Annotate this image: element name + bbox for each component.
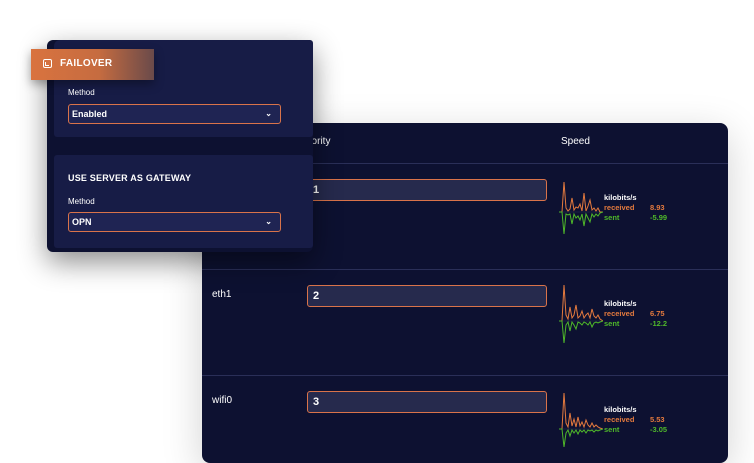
failover-tab[interactable]: FAILOVER (31, 49, 154, 80)
speed-sparkline (559, 181, 603, 235)
gateway-method-label: Method (68, 197, 95, 206)
speed-column-header: Speed (561, 136, 590, 147)
failover-method-value: Enabled (72, 109, 108, 119)
received-label: received (604, 309, 635, 318)
row-divider (202, 375, 728, 376)
received-value: 5.53 (650, 415, 665, 424)
gateway-section-title: USE SERVER AS GATEWAY (68, 173, 192, 183)
priority-input[interactable]: 3 (307, 391, 547, 413)
sent-label: sent (604, 319, 620, 328)
received-label: received (604, 415, 635, 424)
priority-input[interactable]: 2 (307, 285, 547, 307)
received-label: received (604, 203, 635, 212)
speed-unit: kilobits/s (604, 193, 637, 202)
received-value: 8.93 (650, 203, 665, 212)
interface-name: eth1 (212, 289, 232, 300)
sent-value: -5.99 (650, 213, 668, 222)
speed-unit: kilobits/s (604, 299, 637, 308)
sent-label: sent (604, 213, 620, 222)
interface-name: wifi0 (212, 395, 233, 406)
priority-input[interactable]: 1 (307, 179, 547, 201)
speed-legend: kilobits/s received 5.53 sent -3.05 (604, 405, 667, 435)
gateway-card: USE SERVER AS GATEWAY Method OPN ⌄ (54, 155, 313, 248)
gateway-method-value: OPN (72, 217, 92, 227)
speed-sparkline (559, 392, 603, 447)
failover-method-label: Method (68, 88, 95, 97)
failover-tab-label: FAILOVER (60, 58, 113, 69)
failover-icon (43, 59, 52, 68)
chevron-down-icon: ⌄ (265, 109, 272, 118)
speed-sparkline (559, 285, 603, 343)
received-value: 6.75 (650, 309, 665, 318)
speed-legend: kilobits/s received 6.75 sent -12.2 (604, 299, 667, 329)
sent-value: -12.2 (650, 319, 668, 328)
sent-label: sent (604, 425, 620, 434)
speed-unit: kilobits/s (604, 405, 637, 414)
gateway-method-select[interactable]: OPN ⌄ (68, 212, 281, 232)
sent-value: -3.05 (650, 425, 668, 434)
row-divider (202, 269, 728, 270)
speed-legend: kilobits/s received 8.93 sent -5.99 (604, 193, 667, 223)
failover-method-select[interactable]: Enabled ⌄ (68, 104, 281, 124)
chevron-down-icon: ⌄ (265, 217, 272, 226)
